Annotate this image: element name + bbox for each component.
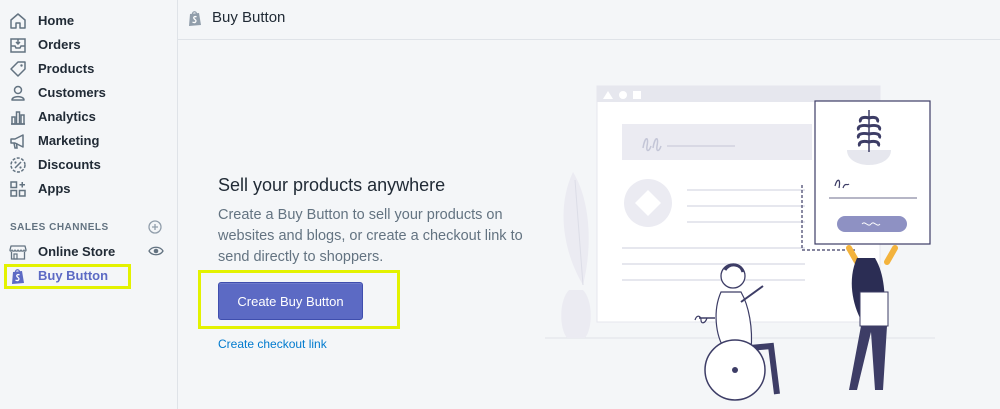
sidebar-item-customers[interactable]: Customers bbox=[0, 81, 177, 105]
sidebar-item-label: Analytics bbox=[38, 109, 96, 124]
sidebar: Home Orders Products Customers Analytics… bbox=[0, 0, 178, 409]
sidebar-item-orders[interactable]: Orders bbox=[0, 33, 177, 57]
sidebar-item-label: Marketing bbox=[38, 133, 100, 148]
sidebar-item-marketing[interactable]: Marketing bbox=[0, 129, 177, 153]
sidebar-item-label: Apps bbox=[38, 181, 71, 196]
page-header: Buy Button bbox=[178, 0, 1000, 40]
sidebar-item-label: Discounts bbox=[38, 157, 101, 172]
discount-icon bbox=[10, 157, 26, 173]
sidebar-item-label: Products bbox=[38, 61, 95, 76]
sidebar-item-home[interactable]: Home bbox=[0, 9, 177, 33]
apps-icon bbox=[10, 181, 26, 197]
sidebar-item-products[interactable]: Products bbox=[0, 57, 177, 81]
empty-state-description: Create a Buy Button to sell your product… bbox=[218, 207, 523, 265]
home-icon bbox=[10, 13, 26, 29]
empty-state-illustration bbox=[545, 85, 935, 401]
sidebar-item-analytics[interactable]: Analytics bbox=[0, 105, 177, 129]
highlight-box bbox=[198, 270, 400, 329]
bar-chart-icon bbox=[11, 111, 25, 125]
sidebar-item-label: Orders bbox=[38, 37, 81, 52]
store-icon bbox=[9, 245, 27, 260]
orders-icon bbox=[10, 38, 26, 53]
sidebar-item-label: Customers bbox=[38, 85, 106, 100]
sidebar-item-label: Online Store bbox=[38, 244, 116, 259]
page-title: Buy Button bbox=[212, 9, 286, 26]
person-icon bbox=[11, 85, 25, 101]
shopify-bag-icon bbox=[189, 11, 201, 26]
eye-icon[interactable] bbox=[148, 244, 164, 258]
tag-icon bbox=[10, 61, 26, 77]
sidebar-item-label: Home bbox=[38, 13, 75, 28]
add-circle-icon[interactable] bbox=[148, 220, 162, 234]
sidebar-item-discounts[interactable]: Discounts bbox=[0, 153, 177, 177]
empty-state-heading: Sell your products anywhere bbox=[218, 175, 446, 195]
create-checkout-link[interactable]: Create checkout link bbox=[218, 337, 327, 351]
highlight-box bbox=[4, 264, 131, 289]
megaphone-icon bbox=[10, 134, 24, 149]
sales-channels-heading: SALES CHANNELS bbox=[10, 222, 109, 233]
sidebar-item-apps[interactable]: Apps bbox=[0, 177, 177, 201]
